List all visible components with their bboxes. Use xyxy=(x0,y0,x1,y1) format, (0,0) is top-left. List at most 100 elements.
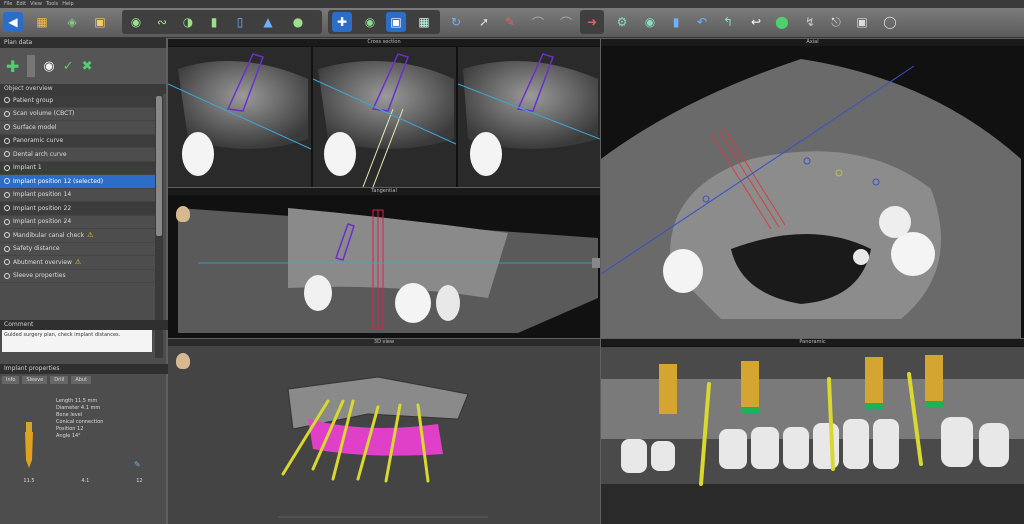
render-3d-view[interactable]: 3D view xyxy=(168,339,600,524)
implant-icon[interactable]: ▮ xyxy=(204,12,224,32)
visibility-icon[interactable] xyxy=(4,245,10,252)
object-row[interactable]: Implant position 24 xyxy=(0,216,156,229)
arc-icon[interactable]: ⌒ xyxy=(556,12,576,32)
sinus-icon[interactable]: ◑ xyxy=(178,12,198,32)
sphere-icon[interactable]: ⬤ xyxy=(772,12,792,32)
measure-icon[interactable]: ➜ xyxy=(582,12,602,32)
object-row[interactable]: Abutment overview ⚠ xyxy=(0,256,156,270)
lock-icon[interactable]: ⎋ xyxy=(826,12,846,32)
menu-edit[interactable]: Edit xyxy=(16,0,26,8)
cross-section-2[interactable] xyxy=(312,47,457,187)
add-icon[interactable]: ✚ xyxy=(6,57,19,76)
shield-icon[interactable]: ◯ xyxy=(880,12,900,32)
axial-image[interactable] xyxy=(601,39,1024,338)
visibility-icon[interactable] xyxy=(4,110,10,117)
menu-tools[interactable]: Tools xyxy=(46,0,58,8)
visibility-icon[interactable] xyxy=(4,164,10,171)
menu-view[interactable]: View xyxy=(30,0,42,8)
object-row[interactable]: Sleeve properties xyxy=(0,270,156,283)
menu-file[interactable]: File xyxy=(4,0,12,8)
tangential-image[interactable] xyxy=(168,188,600,338)
comment-title: Comment xyxy=(0,320,170,330)
object-list: Patient group Scan volume (CBCT) Surface m… xyxy=(0,94,156,283)
cross-section-views[interactable]: Cross section xyxy=(168,39,600,187)
curve-icon[interactable]: ⌒ xyxy=(528,12,548,32)
head-orientation-icon[interactable] xyxy=(176,353,190,369)
visibility-icon[interactable] xyxy=(4,218,10,225)
guide-icon[interactable]: ● xyxy=(288,12,308,32)
visibility-icon[interactable] xyxy=(4,97,10,104)
visibility-icon[interactable] xyxy=(4,191,10,198)
object-row[interactable]: Dental arch curve xyxy=(0,148,156,162)
visibility-icon[interactable] xyxy=(4,205,10,212)
tab-drill[interactable]: Drill xyxy=(50,376,69,384)
menu-help[interactable]: Help xyxy=(62,0,73,8)
settings-icon[interactable]: ⚙ xyxy=(612,12,632,32)
visibility-icon[interactable] xyxy=(4,124,10,131)
visibility-icon[interactable] xyxy=(4,178,10,185)
object-row[interactable]: Implant position 22 xyxy=(0,202,156,216)
object-row[interactable]: Surface model xyxy=(0,121,156,135)
pen-icon[interactable]: ✎ xyxy=(500,12,520,32)
object-row-label: Implant position 14 xyxy=(13,191,72,199)
cross-section-1[interactable] xyxy=(168,47,312,187)
visibility-icon[interactable] xyxy=(4,137,10,144)
left-panel: Plan data ✚ ◉ ✓ ✖ Object overview Patien… xyxy=(0,38,170,524)
object-row[interactable]: Safety distance xyxy=(0,243,156,256)
pin-icon[interactable]: ↯ xyxy=(800,12,820,32)
head-orientation-icon[interactable] xyxy=(176,206,190,222)
image-icon[interactable]: ▣ xyxy=(852,12,872,32)
panoramic-image[interactable] xyxy=(601,339,1024,524)
transform-icon[interactable]: ✖ xyxy=(82,59,93,74)
check-icon[interactable]: ✓ xyxy=(63,59,74,74)
cross-section-3[interactable] xyxy=(457,47,600,187)
object-row[interactable]: Implant position 12 (selected) xyxy=(0,175,156,189)
folder-icon[interactable]: ▦ xyxy=(32,12,52,32)
cross-section-images[interactable] xyxy=(168,39,600,187)
object-row-label: Patient group xyxy=(13,96,54,104)
object-row[interactable]: Mandibular canal check ⚠ xyxy=(0,229,156,243)
axial-view[interactable]: Axial xyxy=(601,39,1024,338)
sleeve-icon[interactable]: ▲ xyxy=(258,12,278,32)
scrollbar-thumb[interactable] xyxy=(156,96,162,236)
marker-icon[interactable]: ↶ xyxy=(692,12,712,32)
prop-line: Conical connection xyxy=(56,419,104,425)
object-row[interactable]: Implant position 14 xyxy=(0,189,156,202)
tab-sleeve[interactable]: Sleeve xyxy=(22,376,48,384)
tab-abut[interactable]: Abut xyxy=(71,376,92,384)
tab-info[interactable]: Info xyxy=(2,376,20,384)
tangential-view[interactable]: Tangential xyxy=(168,188,600,338)
abutment-icon[interactable]: ▯ xyxy=(230,12,250,32)
object-row[interactable]: Patient group xyxy=(0,94,156,108)
grid-icon[interactable]: ▦ xyxy=(414,12,434,32)
object-row[interactable]: Panoramic curve xyxy=(0,134,156,148)
cut-icon[interactable]: ▮ xyxy=(666,12,686,32)
panoramic-view[interactable]: Panoramic xyxy=(601,339,1024,524)
nerve-icon[interactable]: ∾ xyxy=(152,12,172,32)
tooth-add-icon[interactable]: ◉ xyxy=(43,59,54,74)
visibility-icon[interactable] xyxy=(4,232,10,239)
divider xyxy=(27,55,36,77)
property-footer: 11.5 4.1 12 xyxy=(0,478,166,484)
layers-icon[interactable]: ◈ xyxy=(62,12,82,32)
hook-icon[interactable]: ↩ xyxy=(746,12,766,32)
circle-icon[interactable]: ◉ xyxy=(360,12,380,32)
object-row[interactable]: Scan volume (CBCT) xyxy=(0,108,156,121)
visibility-icon[interactable] xyxy=(4,272,10,279)
object-list-scrollbar[interactable] xyxy=(155,86,163,358)
object-row[interactable]: Implant 1 xyxy=(0,161,156,175)
render-3d-image[interactable] xyxy=(168,339,600,524)
visibility-icon[interactable] xyxy=(4,151,10,158)
back-icon[interactable]: ◀ xyxy=(3,12,23,32)
edit-icon[interactable]: ✎ xyxy=(134,460,141,469)
slope-icon[interactable]: ➚ xyxy=(474,12,494,32)
implant-library-icon[interactable]: ▣ xyxy=(90,12,110,32)
shape-icon[interactable]: ↰ xyxy=(718,12,738,32)
visibility-icon[interactable] xyxy=(4,259,10,266)
cross-icon[interactable]: ✚ xyxy=(332,12,352,32)
rotate-icon[interactable]: ↻ xyxy=(446,12,466,32)
view-3d-icon[interactable]: ▣ xyxy=(386,12,406,32)
tooth-icon[interactable]: ◉ xyxy=(640,12,660,32)
dentition-icon[interactable]: ◉ xyxy=(126,12,146,32)
comment-field[interactable]: Guided surgery plan, check implant dista… xyxy=(2,330,152,352)
